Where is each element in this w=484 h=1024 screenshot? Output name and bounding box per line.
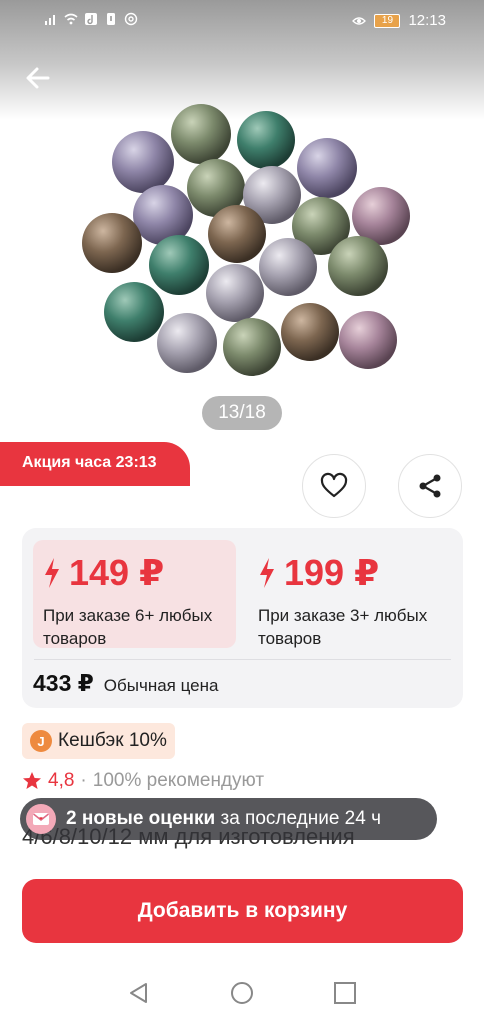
regular-price: 433 ₽ <box>33 670 94 696</box>
tier-1-price: 149 ₽ <box>69 552 165 593</box>
product-page: 19 12:13 13/18 Акция часа 23:13 149 ₽ Пр… <box>0 0 484 1024</box>
image-counter: 13/18 <box>202 396 282 430</box>
nav-recents-icon[interactable] <box>332 980 358 1006</box>
nav-home-icon[interactable] <box>229 980 255 1006</box>
back-arrow-icon[interactable] <box>20 60 56 96</box>
review-envelope-icon <box>26 804 56 834</box>
regular-price-label: Обычная цена <box>103 676 219 695</box>
price-card: 149 ₽ При заказе 6+ любых товаров 199 ₽ … <box>22 528 463 708</box>
add-to-cart-button[interactable]: Добавить в корзину <box>22 879 463 943</box>
share-icon <box>419 474 441 498</box>
favorite-button[interactable] <box>302 454 366 518</box>
heart-icon <box>320 472 348 498</box>
eye-comfort-icon <box>352 16 367 25</box>
status-bar: 19 12:13 <box>0 0 484 42</box>
tier-1-price-row: 149 ₽ <box>43 552 236 594</box>
status-icons-right: 19 12:13 <box>352 12 446 29</box>
music-app-icon <box>85 13 97 25</box>
star-icon <box>23 772 41 789</box>
system-nav-bar <box>0 962 484 1024</box>
tier-2-price: 199 ₽ <box>284 552 380 593</box>
rating-value: 4,8 <box>48 770 75 791</box>
battery-icon: 19 <box>374 13 401 28</box>
toast-strong-text: 2 новые оценки <box>66 808 216 829</box>
status-icons-left <box>44 12 138 26</box>
promo-banner: Акция часа 23:13 <box>0 442 190 486</box>
price-tier-1[interactable]: 149 ₽ При заказе 6+ любых товаров <box>33 540 236 648</box>
divider <box>34 659 451 660</box>
price-tier-2[interactable]: 199 ₽ При заказе 3+ любых товаров <box>248 540 451 648</box>
product-image-gallery[interactable]: 19 12:13 13/18 <box>0 0 484 486</box>
tier-2-price-row: 199 ₽ <box>258 552 451 594</box>
rating-separator: · <box>80 770 87 791</box>
cashback-icon: J <box>30 730 52 752</box>
wifi-icon <box>64 13 78 25</box>
tier-1-condition: При заказе 6+ любых товаров <box>43 606 213 648</box>
recommend-text: 100% рекомендуют <box>92 770 265 791</box>
status-time: 12:13 <box>408 12 446 29</box>
toast-rest-text: за последние 24 ч <box>220 808 381 829</box>
lightning-icon <box>45 558 59 588</box>
nav-back-icon[interactable] <box>126 980 152 1006</box>
lightning-icon <box>260 558 274 588</box>
product-photo-beads <box>82 104 410 376</box>
signal-icon <box>45 15 55 25</box>
at-sign-icon <box>124 12 138 26</box>
regular-price-row: 433 ₽ Обычная цена <box>33 670 218 697</box>
cashback-badge[interactable]: J Кешбэк 10% <box>22 723 175 759</box>
rating-row[interactable]: 4,8 · 100% рекомендуют <box>22 770 264 792</box>
notification-icon <box>107 13 115 25</box>
cashback-label: Кешбэк 10% <box>58 730 167 751</box>
tier-2-condition: При заказе 3+ любых товаров <box>258 606 428 648</box>
new-reviews-toast[interactable]: 2 новые оценки за последние 24 ч <box>20 798 437 840</box>
share-button[interactable] <box>398 454 462 518</box>
